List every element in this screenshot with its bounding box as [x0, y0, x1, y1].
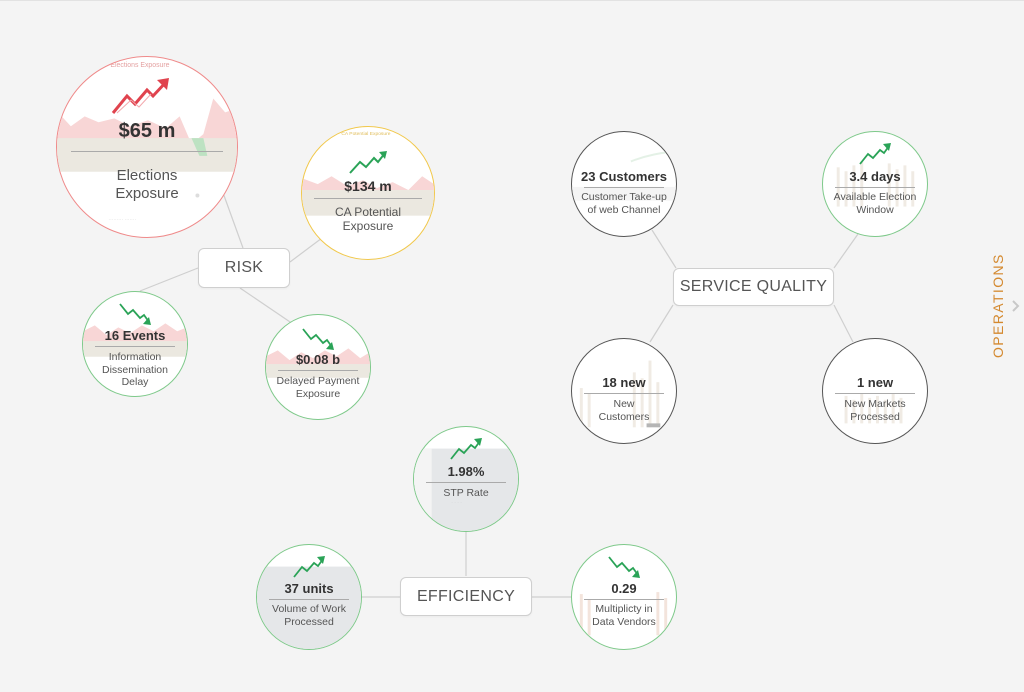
- kpi-label: New Markets Processed: [844, 398, 906, 423]
- kpi-value: 1.98%: [447, 464, 485, 479]
- kpi-label: New Customers: [598, 398, 650, 423]
- kpi-value: 18 new: [602, 375, 646, 390]
- kpi-label: Available Election Window: [833, 191, 917, 216]
- hub-service-quality[interactable]: SERVICE QUALITY: [673, 268, 834, 306]
- kpi-value: 16 Events: [104, 328, 166, 343]
- kpi-label: Customer Take-up of web Channel: [581, 191, 667, 216]
- svg-text:Elections Exposure: Elections Exposure: [110, 62, 169, 69]
- kpi-value: 37 units: [284, 581, 334, 596]
- kpi-divider: [269, 599, 349, 600]
- kpi-divider: [71, 151, 223, 152]
- kpi-elections-exposure[interactable]: Elections Exposure ········· ······· $65…: [56, 56, 238, 238]
- trend-up-red-icon: [111, 78, 169, 114]
- chevron-right-icon[interactable]: [1012, 300, 1020, 312]
- kpi-multiplicity-in-data-vendors[interactable]: 0.29 Multiplicty in Data Vendors: [571, 544, 677, 650]
- kpi-divider: [95, 346, 175, 347]
- trend-up-icon: [450, 438, 482, 460]
- kpi-divider: [584, 187, 664, 188]
- trend-up-icon: [293, 556, 325, 578]
- kpi-label: CA Potential Exposure: [334, 205, 402, 234]
- kpi-divider: [314, 198, 422, 199]
- kpi-divider: [278, 370, 358, 371]
- kpi-label: Delayed Payment Exposure: [276, 375, 360, 400]
- trend-down-icon: [608, 556, 640, 578]
- kpi-label: Multiplicty in Data Vendors: [592, 603, 656, 628]
- kpi-value: 0.29: [611, 581, 637, 596]
- kpi-new-markets-processed[interactable]: 1 new New Markets Processed: [822, 338, 928, 444]
- kpi-available-election-window[interactable]: 3.4 days Available Election Window: [822, 131, 928, 237]
- svg-text:· · · ·: · · · ·: [451, 501, 462, 506]
- kpi-delayed-payment-exposure[interactable]: $0.08 b Delayed Payment Exposure: [265, 314, 371, 420]
- sparkline-background: [844, 393, 903, 424]
- kpi-divider: [584, 393, 664, 394]
- kpi-information-dissemination-delay[interactable]: 16 Events Information Dissemination Dela…: [82, 291, 188, 397]
- trend-down-icon: [119, 303, 151, 325]
- kpi-value: 1 new: [856, 375, 894, 390]
- kpi-divider: [835, 187, 915, 188]
- kpi-volume-of-work-processed[interactable]: 37 units Volume of Work Processed: [256, 544, 362, 650]
- sparkline-background: [579, 360, 661, 428]
- kpi-label: Volume of Work Processed: [272, 603, 346, 628]
- svg-text:CA Potential Exposure: CA Potential Exposure: [341, 131, 390, 137]
- svg-text:········· ·······: ········· ·······: [108, 218, 136, 223]
- kpi-stp-rate[interactable]: · · · · 1.98% STP Rate: [413, 426, 519, 532]
- kpi-value: $0.08 b: [295, 352, 341, 367]
- trend-up-icon: [349, 151, 387, 174]
- operations-side-tab[interactable]: OPERATIONS: [990, 253, 1006, 358]
- trend-down-icon: [302, 328, 334, 350]
- kpi-divider: [426, 482, 506, 483]
- kpi-customer-takeup[interactable]: 23 Customers Customer Take-up of web Cha…: [571, 131, 677, 237]
- trend-up-icon: [859, 143, 891, 165]
- kpi-divider: [584, 599, 664, 600]
- kpi-value: 3.4 days: [849, 169, 901, 184]
- kpi-value: $65 m: [118, 120, 176, 142]
- kpi-label: Information Dissemination Delay: [102, 351, 168, 389]
- kpi-divider: [835, 393, 915, 394]
- hub-risk[interactable]: RISK: [198, 248, 290, 288]
- kpi-value: 23 Customers: [581, 169, 667, 184]
- kpi-ca-potential-exposure[interactable]: CA Potential Exposure $134 m CA Potentia…: [301, 126, 435, 260]
- kpi-label: STP Rate: [443, 487, 489, 499]
- kpi-label: Elections Exposure: [115, 167, 179, 202]
- hub-efficiency[interactable]: EFFICIENCY: [400, 577, 532, 616]
- sparkline-background: [572, 150, 676, 201]
- kpi-new-customers[interactable]: 18 new New Customers: [571, 338, 677, 444]
- kpi-value: $134 m: [344, 178, 392, 194]
